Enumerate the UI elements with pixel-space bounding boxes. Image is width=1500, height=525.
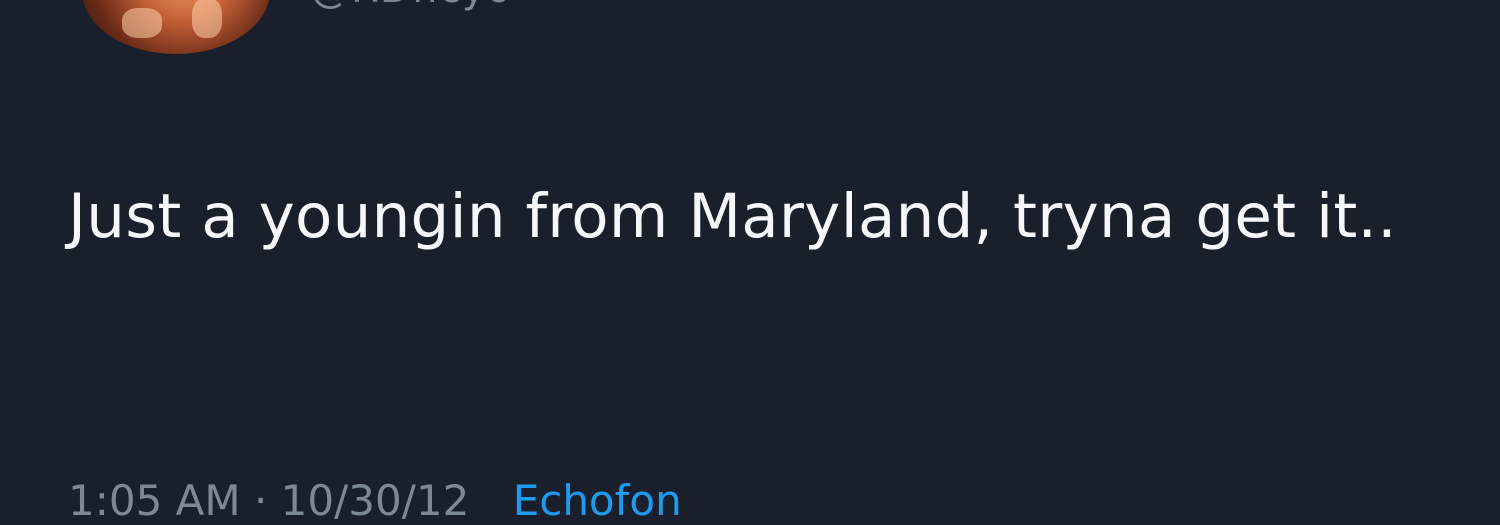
avatar-highlight [122,8,162,38]
user-handle[interactable]: @RDficyo [310,0,512,12]
tweet-meta: 1:05 AM · 10/30/12 Echofon [68,476,682,525]
avatar[interactable] [82,0,270,54]
tweet-timestamp[interactable]: 1:05 AM · 10/30/12 [68,476,469,525]
avatar-highlight [192,0,222,38]
tweet-source-link[interactable]: Echofon [513,476,682,525]
tweet-text: Just a youngin from Maryland, tryna get … [68,181,1397,252]
